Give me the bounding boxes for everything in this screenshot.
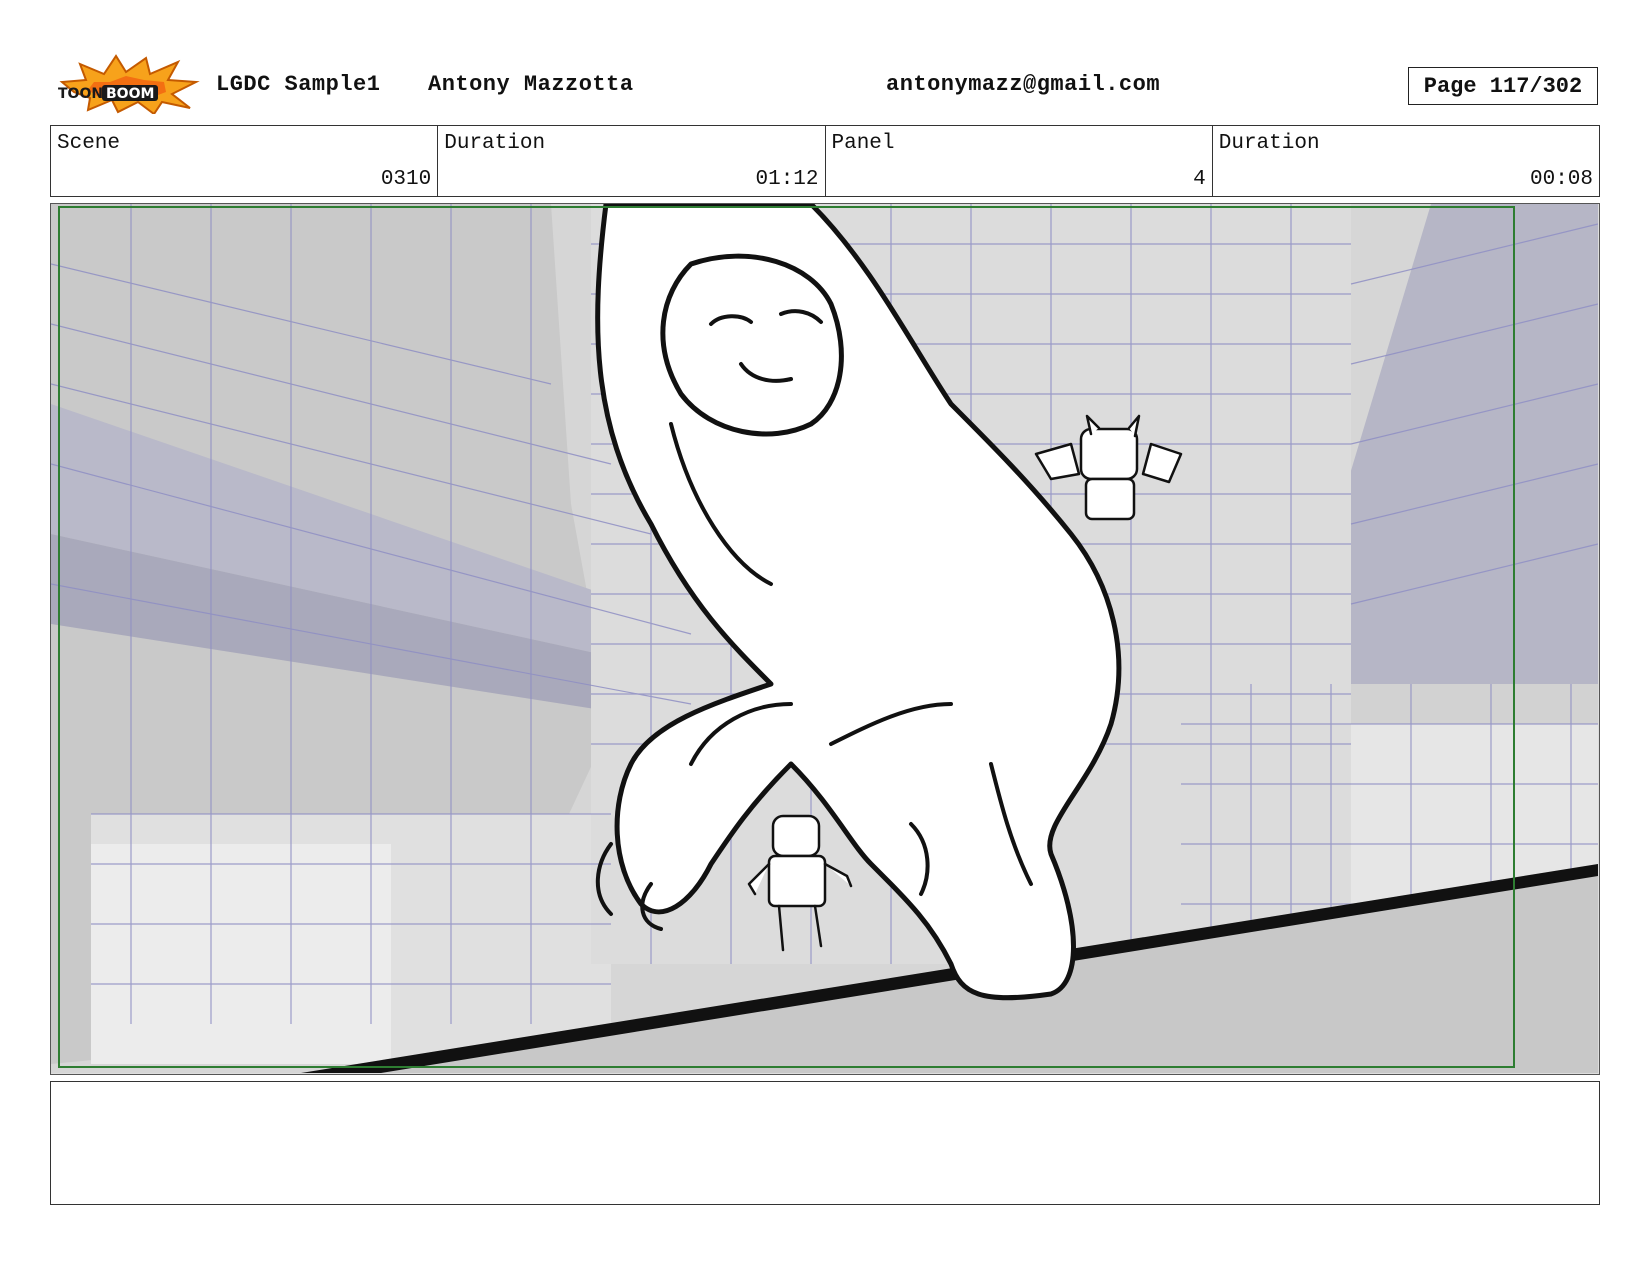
panel-cell: Panel 4 <box>826 126 1213 196</box>
artist-name: Antony Mazzotta <box>428 72 634 97</box>
scene-duration-value: 01:12 <box>755 168 819 191</box>
svg-text:BOOM: BOOM <box>106 86 154 102</box>
scene-duration-label: Duration <box>444 132 546 155</box>
panel-duration-label: Duration <box>1218 132 1320 155</box>
panel-artwork <box>51 204 1598 1073</box>
scene-duration-cell: Duration 01:12 <box>438 126 826 196</box>
scene-cell: Scene 0310 <box>51 126 439 196</box>
panel-info-row: Scene 0310 Duration 01:12 Panel 4 Durati… <box>50 125 1600 197</box>
svg-text:TOON: TOON <box>58 86 103 102</box>
toonboom-logo: TOON BOOM <box>54 52 200 116</box>
page-number: Page 117/302 <box>1408 67 1598 105</box>
storyboard-panel <box>50 203 1600 1075</box>
panel-duration-cell: Duration 00:08 <box>1213 126 1599 196</box>
panel-label: Panel <box>831 132 895 155</box>
project-title: LGDC Sample1 <box>216 72 381 97</box>
panel-value: 4 <box>1193 168 1206 191</box>
panel-notes-box <box>50 1081 1600 1205</box>
scene-label: Scene <box>57 132 121 155</box>
panel-duration-value: 00:08 <box>1529 168 1593 191</box>
scene-value: 0310 <box>380 168 432 191</box>
artist-email: antonymazz@gmail.com <box>886 72 1161 97</box>
